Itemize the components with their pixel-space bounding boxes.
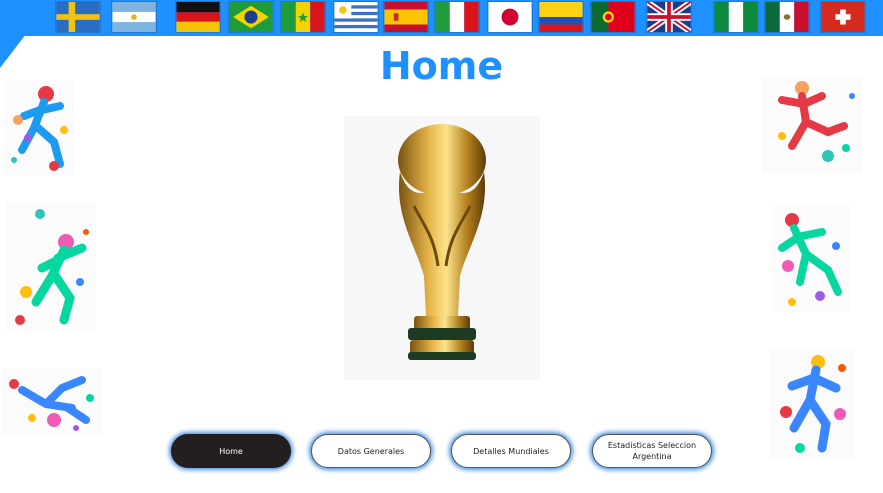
switzerland-flag-icon[interactable] <box>820 1 866 33</box>
kicker-splash-image <box>6 202 96 332</box>
nav-button-detalles-mundiales[interactable]: Detalles Mundiales <box>451 434 571 468</box>
page-title: Home <box>379 44 504 88</box>
spain-flag-icon[interactable] <box>383 1 429 33</box>
nav-button-datos-generales[interactable]: Datos Generales <box>311 434 431 468</box>
brazil-flag-icon[interactable] <box>228 1 274 33</box>
italy-flag-icon[interactable] <box>434 1 480 33</box>
sweden-flag-icon[interactable] <box>55 1 101 33</box>
bicycle-kick-image <box>2 368 102 436</box>
dribble-player-image <box>770 348 854 458</box>
volley-player-image <box>762 76 862 174</box>
japan-flag-icon[interactable] <box>487 1 533 33</box>
nigeria-flag-icon[interactable] <box>713 1 759 33</box>
uruguay-flag-icon[interactable] <box>333 1 379 33</box>
runner-splash-image <box>4 80 74 176</box>
uk-flag-icon[interactable] <box>646 1 692 33</box>
nav-button-estadisticas-argentina[interactable]: Estadisticas Seleccion Argentina <box>592 434 712 468</box>
portugal-flag-icon[interactable] <box>590 1 636 33</box>
colombia-flag-icon[interactable] <box>538 1 584 33</box>
argentina-flag-icon[interactable] <box>111 1 157 33</box>
jump-player-image <box>772 206 850 312</box>
germany-flag-icon[interactable] <box>175 1 221 33</box>
senegal-flag-icon[interactable] <box>280 1 326 33</box>
nav-button-home[interactable]: Home <box>171 434 291 468</box>
mexico-flag-icon[interactable] <box>764 1 810 33</box>
world-cup-trophy-image <box>344 116 540 380</box>
